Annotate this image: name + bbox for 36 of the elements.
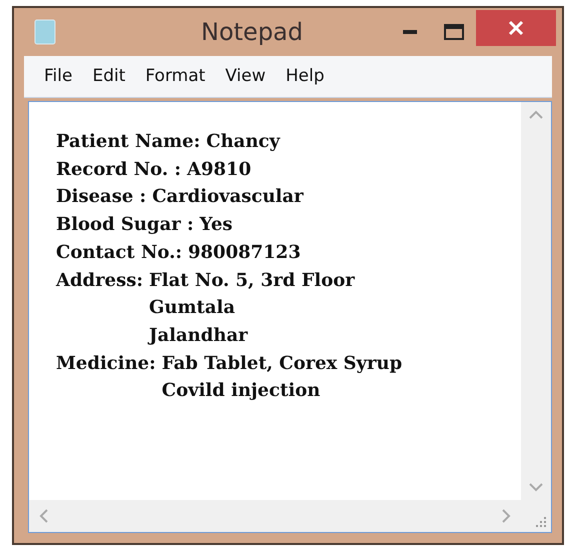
minimize-icon [403, 30, 417, 34]
maximize-icon [444, 24, 464, 40]
field-value: A9810 [187, 158, 252, 182]
menu-item[interactable]: Help [276, 62, 334, 92]
scroll-down-icon[interactable] [529, 483, 543, 492]
field-label: Record No. : [56, 158, 182, 182]
field-value: Gumtala [149, 296, 236, 320]
field-label: Blood Sugar : [56, 213, 194, 238]
vertical-scrollbar[interactable] [521, 102, 551, 500]
close-button[interactable] [476, 10, 556, 46]
field-label: Medicine: [56, 352, 156, 376]
field-value: Jalandhar [149, 324, 249, 348]
field-value: Cardiovascular [152, 185, 304, 210]
field-label: Address: [56, 268, 143, 293]
scroll-right-icon[interactable] [502, 509, 511, 523]
scroll-up-icon[interactable] [529, 110, 543, 119]
menu-item[interactable]: Edit [82, 62, 136, 92]
notepad-icon [34, 19, 56, 45]
field-value: Yes [200, 213, 233, 238]
field-value: Chancy [206, 130, 280, 154]
text-area[interactable] [28, 101, 552, 533]
menu-item[interactable]: File [34, 62, 82, 92]
field-label: Disease : [56, 185, 146, 210]
field-value: Flat No. 5, 3rd Floor [149, 268, 355, 293]
menu-item[interactable]: Format [135, 62, 216, 92]
menu-item[interactable]: View [215, 62, 276, 92]
field-value: Covild injection [162, 379, 322, 404]
horizontal-scrollbar[interactable] [29, 500, 521, 532]
field-label: Patient Name: [56, 130, 200, 154]
resize-grip-icon[interactable] [535, 516, 547, 528]
close-icon [508, 20, 524, 36]
window-title: Notepad [200, 17, 304, 48]
field-value: 980087123 [188, 240, 301, 265]
field-value: Fab Tablet, Corex Syrup [162, 352, 402, 376]
scroll-left-icon[interactable] [39, 509, 48, 523]
field-label: Contact No.: [56, 240, 182, 265]
